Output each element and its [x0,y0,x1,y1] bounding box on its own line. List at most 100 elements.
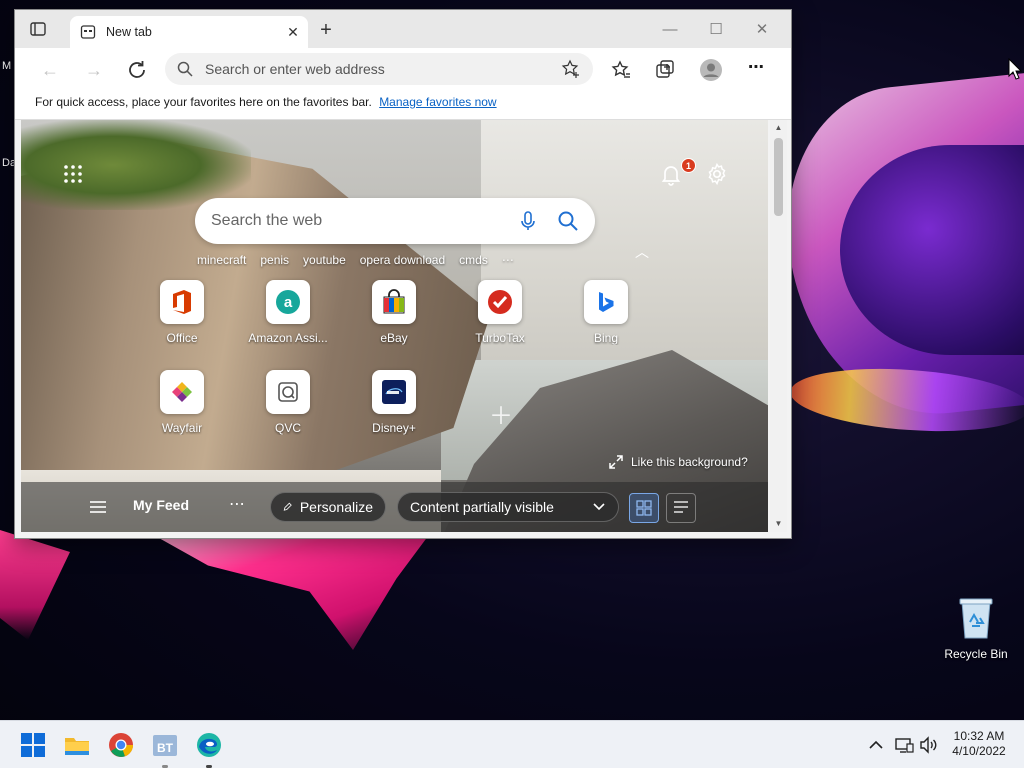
bt-app-icon[interactable]: BT [151,731,179,759]
quick-link-turbotax[interactable]: TurboTax [455,280,545,345]
quick-link-label: Disney+ [372,421,416,435]
add-favorite-icon[interactable] [561,59,581,79]
system-clock[interactable]: 10:32 AM 4/10/2022 [944,729,1014,759]
recycle-bin-icon [959,598,993,639]
grid-layout-button[interactable] [629,493,659,523]
mouse-cursor-icon [1008,58,1022,80]
notifications-bell-icon[interactable] [659,162,683,186]
content-visibility-dropdown[interactable]: Content partially visible [397,492,619,522]
close-window-button[interactable]: ✕ [739,18,785,42]
ebay-icon [383,289,405,314]
desktop-icon-label[interactable]: M [2,60,11,72]
trending-search-item[interactable]: opera download [360,253,445,267]
network-icon[interactable] [894,735,914,755]
forward-button[interactable]: → [81,57,107,83]
close-tab-icon[interactable]: ✕ [282,24,304,41]
collapse-tiles-chevron-icon[interactable]: ︿ [635,242,649,262]
trending-search-item[interactable]: youtube [303,253,346,267]
new-tab-page: 1 Search the web minecraft penis youtube… [21,120,768,532]
volume-icon[interactable] [918,735,938,755]
web-search-placeholder: Search the web [211,212,323,229]
quick-link-label: Office [166,331,198,345]
navigation-toolbar: ← → Search or enter web address ⋯ [15,48,791,90]
personalize-button[interactable]: Personalize [270,492,386,522]
menu-hamburger-icon[interactable] [89,500,107,514]
feed-more-options-button[interactable]: ⋯ [229,494,245,514]
wallpaper-shape [150,520,440,650]
bing-icon [599,292,614,312]
add-quick-link-icon[interactable]: ＋ [489,396,513,431]
scroll-up-arrow-icon[interactable]: ▲ [770,120,787,136]
office-icon [173,290,191,314]
new-tab-button[interactable]: + [315,20,337,42]
trending-search-item[interactable]: cmds [459,253,488,267]
trending-search-item[interactable]: minecraft [197,253,246,267]
favorites-icon[interactable] [609,58,633,82]
search-icon [177,61,193,77]
list-view-icon [674,501,688,513]
settings-and-more-button[interactable]: ⋯ [743,55,769,81]
trending-searches: minecraft penis youtube opera download c… [197,253,514,267]
amazon-assistant-icon: a [276,290,300,314]
profile-avatar-icon[interactable] [699,58,723,82]
quick-link-label: Wayfair [161,421,203,435]
scroll-down-arrow-icon[interactable]: ▼ [770,516,787,532]
page-settings-gear-icon[interactable] [705,162,729,186]
tab-title: New tab [106,25,152,39]
microphone-icon[interactable] [517,210,539,232]
list-layout-button[interactable] [666,493,696,523]
quick-link-label: Bing [593,331,619,345]
edge-icon[interactable] [195,731,223,759]
page-scrollbar[interactable]: ▲ ▼ [770,120,787,532]
tab-new-tab[interactable]: New tab ✕ [70,16,308,48]
search-icon[interactable] [557,210,579,232]
quick-link-amazon-assistant[interactable]: a Amazon Assi... [243,280,333,345]
trending-search-item[interactable]: penis [260,253,289,267]
quick-link-label: eBay [380,331,408,345]
collections-icon[interactable] [653,58,677,82]
feed-bar: My Feed ⋯ Personalize Content partially … [21,482,768,532]
notification-badge: 1 [681,158,696,173]
refresh-icon[interactable] [125,58,149,82]
desktop-icon-recycle-bin[interactable]: Recycle Bin [940,596,1012,661]
chrome-icon[interactable] [107,731,135,759]
quick-link-bing[interactable]: Bing [561,280,651,345]
personalize-label: Personalize [299,499,373,515]
like-background-label: Like this background? [631,455,748,469]
like-background-button[interactable]: Like this background? [609,455,748,469]
favorites-bar-message: For quick access, place your favorites h… [35,95,372,109]
web-search-box[interactable]: Search the web [195,198,595,244]
quick-link-ebay[interactable]: eBay [349,280,439,345]
manage-favorites-link[interactable]: Manage favorites now [379,95,496,109]
quick-link-label: TurboTax [475,331,525,345]
content-visibility-value: Content partially visible [410,499,554,515]
background-image [21,120,251,210]
edge-browser-window: New tab ✕ + — ☐ ✕ ← → Search or enter we… [14,9,792,539]
svg-text:a: a [284,294,293,311]
tab-actions-icon[interactable] [29,20,47,38]
address-bar[interactable]: Search or enter web address [165,53,593,85]
quick-link-disney-plus[interactable]: Disney+ [349,370,439,435]
scrollbar-thumb[interactable] [774,138,783,216]
back-button[interactable]: ← [37,57,63,83]
quick-link-qvc[interactable]: QVC [243,370,333,435]
clock-time: 10:32 AM [953,729,1005,743]
my-feed-tab[interactable]: My Feed [133,497,189,513]
quick-link-office[interactable]: Office [137,280,227,345]
title-bar: New tab ✕ + — ☐ ✕ [15,10,791,48]
minimize-button[interactable]: — [647,18,693,42]
pencil-icon [283,502,292,511]
clock-date: 4/10/2022 [952,744,1006,758]
chevron-down-icon [593,503,605,511]
svg-text:BT: BT [157,741,174,755]
quick-link-wayfair[interactable]: Wayfair [137,370,227,435]
taskbar: BT 10:32 AM 4/10/2022 [0,720,1024,768]
new-tab-page-icon [80,25,96,39]
file-explorer-icon[interactable] [63,731,91,759]
chevron-up-icon[interactable] [866,735,886,755]
grid-view-icon [636,500,652,516]
trending-more-button[interactable]: ⋯ [502,253,514,267]
start-icon[interactable] [19,731,47,759]
app-launcher-icon[interactable] [63,164,83,184]
maximize-button[interactable]: ☐ [693,18,739,42]
